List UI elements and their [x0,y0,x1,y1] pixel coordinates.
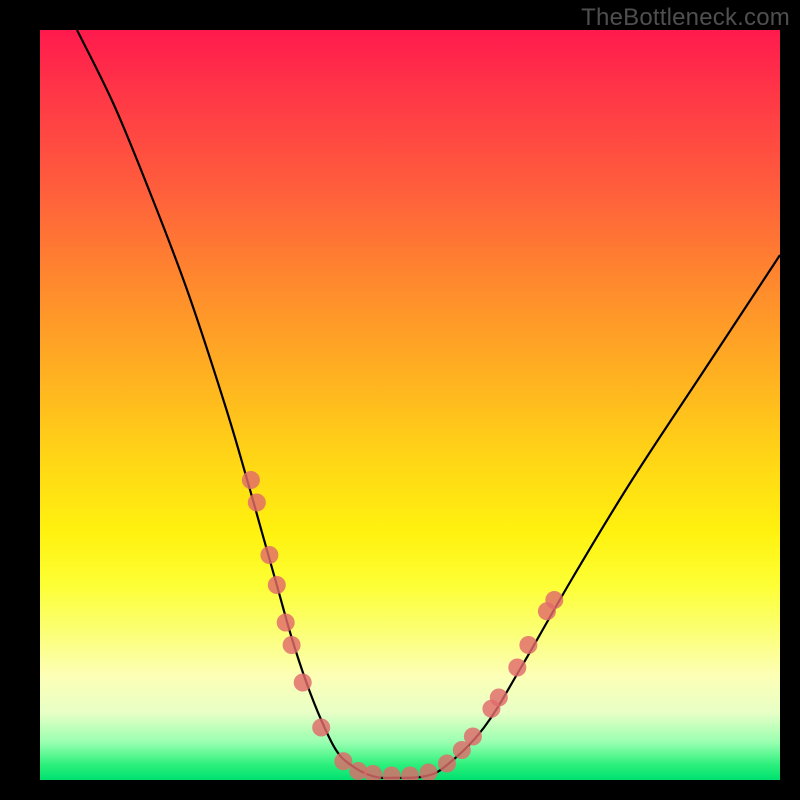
highlight-point [383,767,401,781]
chart-frame: TheBottleneck.com [0,0,800,800]
highlight-point [268,576,286,594]
bottleneck-curve [77,30,780,778]
highlight-point [364,765,382,780]
highlight-point [294,674,312,692]
highlight-points [242,471,563,780]
highlight-point [248,494,266,512]
highlight-point [260,546,278,564]
highlight-point [519,636,537,654]
watermark-text: TheBottleneck.com [581,4,790,32]
highlight-point [508,659,526,677]
highlight-point [438,755,456,773]
highlight-point [312,719,330,737]
chart-svg [40,30,780,780]
highlight-point [401,767,419,781]
highlight-point [490,689,508,707]
chart-plot-area [40,30,780,780]
highlight-point [242,471,260,489]
highlight-point [283,636,301,654]
highlight-point [464,728,482,746]
highlight-point [545,591,563,609]
highlight-point [334,752,352,770]
highlight-point [349,762,367,780]
highlight-point [420,764,438,781]
highlight-point [277,614,295,632]
